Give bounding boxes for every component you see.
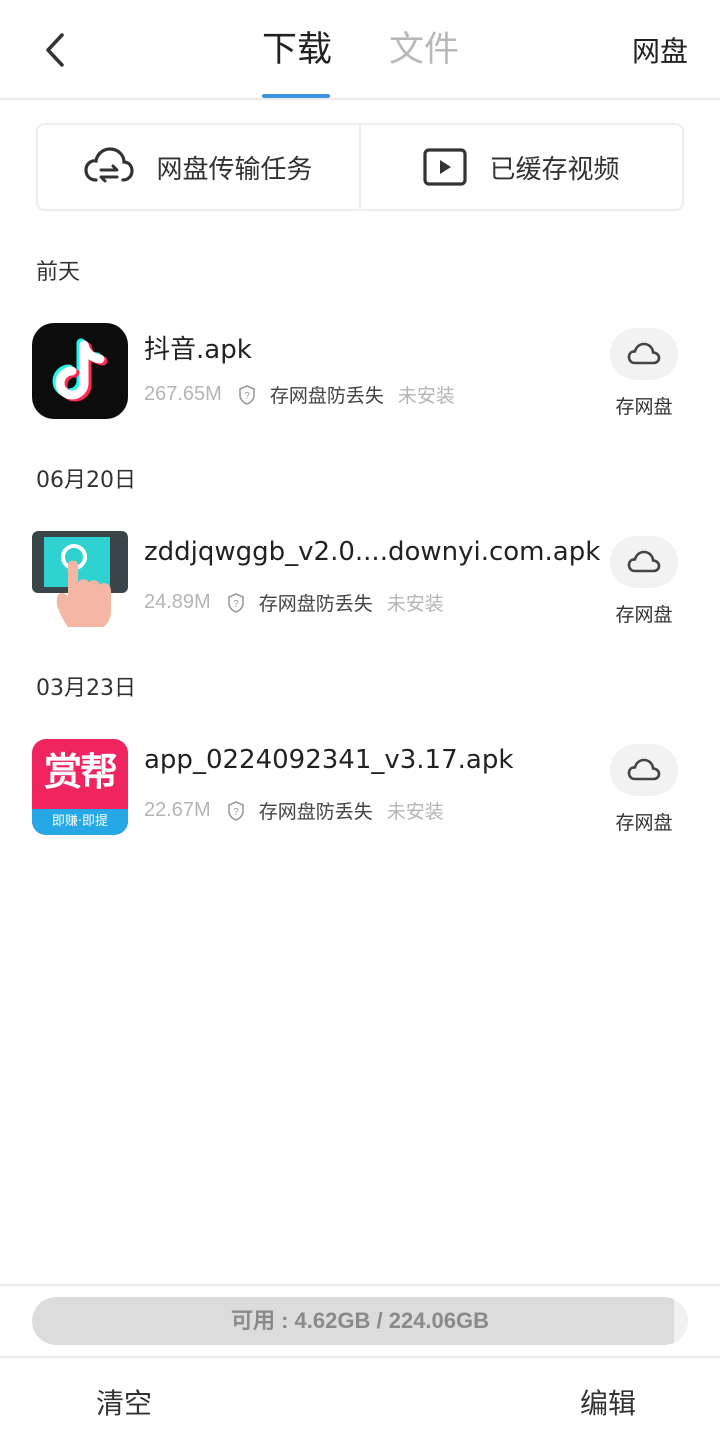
list-item[interactable]: 赏帮 即赚·即提 app_0224092341_v3.17.apk 22.67M… [0, 739, 720, 849]
save-circle [610, 328, 678, 380]
protect-hint[interactable]: 存网盘防丢失 [259, 797, 373, 824]
storage-text: 可用 : 4.62GB / 224.06GB [231, 1308, 489, 1333]
save-label: 存网盘 [615, 604, 673, 626]
clear-button[interactable]: 清空 [96, 1384, 152, 1424]
install-status: 未安装 [397, 385, 455, 407]
netdisk-transfer-label: 网盘传输任务 [156, 154, 313, 185]
tap-app-icon [32, 531, 128, 627]
date-label: 前天 [36, 260, 81, 285]
shield-icon: ? [227, 592, 245, 613]
save-label: 存网盘 [615, 396, 673, 418]
protect-hint[interactable]: 存网盘防丢失 [259, 589, 373, 616]
tab-download[interactable]: 下载 [262, 26, 332, 74]
cached-video-label: 已缓存视频 [489, 154, 620, 185]
save-circle [610, 744, 678, 796]
list-item[interactable]: zddjqwggb_v2.0....downyi.com.apk 24.89M … [0, 531, 720, 641]
install-status: 未安装 [386, 801, 444, 823]
file-name: app_0224092341_v3.17.apk [144, 745, 514, 775]
tiktok-app-icon [32, 323, 128, 419]
cloud-icon [627, 342, 661, 365]
file-meta: 24.89M ? 存网盘防丢失 未安装 [144, 589, 444, 616]
shield-icon: ? [227, 800, 245, 821]
save-label: 存网盘 [615, 812, 673, 834]
svg-text:?: ? [244, 391, 250, 402]
file-name: 抖音.apk [144, 335, 252, 365]
back-button[interactable] [30, 22, 80, 78]
protect-hint[interactable]: 存网盘防丢失 [270, 381, 384, 408]
list-item[interactable]: 抖音.apk 267.65M ? 存网盘防丢失 未安装 存网盘 [0, 323, 720, 433]
app-icon-banner: 即赚·即提 [32, 809, 128, 835]
date-label: 03月23日 [36, 676, 136, 701]
cached-video-button[interactable]: 已缓存视频 [361, 125, 682, 209]
video-play-icon [423, 148, 468, 186]
svg-text:?: ? [233, 599, 239, 610]
save-to-netdisk-button[interactable]: 存网盘 [606, 536, 682, 627]
netdisk-transfer-button[interactable]: 网盘传输任务 [38, 125, 359, 209]
shield-icon: ? [238, 384, 256, 405]
app-icon-text: 赏帮 [43, 750, 118, 794]
chevron-left-icon [46, 33, 64, 67]
active-tab-indicator [262, 94, 330, 98]
save-to-netdisk-button[interactable]: 存网盘 [606, 328, 682, 419]
cloud-transfer-icon [84, 147, 135, 183]
save-circle [610, 536, 678, 588]
file-name: zddjqwggb_v2.0....downyi.com.apk [144, 537, 601, 567]
quick-actions-card: 网盘传输任务 已缓存视频 [36, 123, 684, 211]
shangbang-app-icon: 赏帮 即赚·即提 [32, 739, 128, 835]
save-to-netdisk-button[interactable]: 存网盘 [606, 744, 682, 835]
storage-progress-bar: 可用 : 4.62GB / 224.06GB [32, 1297, 688, 1345]
svg-text:?: ? [233, 807, 239, 818]
cloud-icon [627, 758, 661, 781]
file-meta: 267.65M ? 存网盘防丢失 未安装 [144, 381, 455, 408]
cloud-icon [627, 550, 661, 573]
date-label: 06月20日 [36, 468, 136, 493]
storage-section: 可用 : 4.62GB / 224.06GB [0, 1284, 720, 1356]
top-header: 下载 文件 网盘 [0, 0, 720, 100]
file-size: 24.89M [144, 591, 211, 613]
file-meta: 22.67M ? 存网盘防丢失 未安装 [144, 797, 444, 824]
file-size: 267.65M [144, 383, 222, 405]
file-size: 22.67M [144, 799, 211, 821]
edit-button[interactable]: 编辑 [580, 1384, 636, 1424]
bottom-action-bar: 清空 编辑 [0, 1356, 720, 1452]
netdisk-link[interactable]: 网盘 [632, 32, 688, 72]
app-icon-subtext: 即赚·即提 [51, 814, 109, 829]
tab-file[interactable]: 文件 [389, 26, 459, 74]
install-status: 未安装 [386, 593, 444, 615]
